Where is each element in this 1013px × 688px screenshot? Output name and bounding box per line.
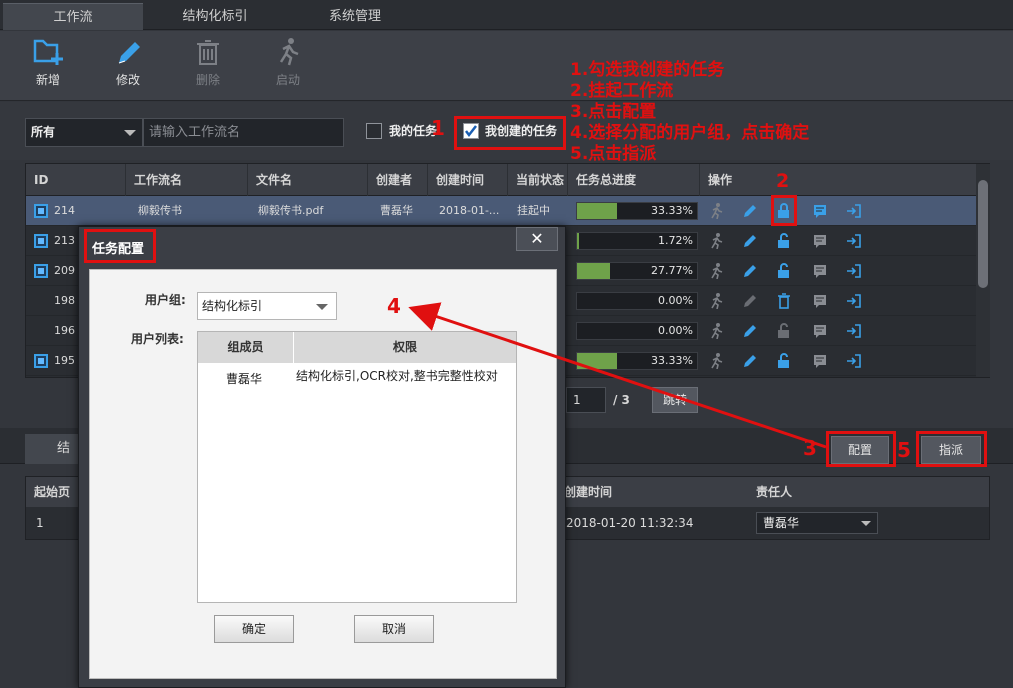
annotation-arrow [408,302,827,449]
